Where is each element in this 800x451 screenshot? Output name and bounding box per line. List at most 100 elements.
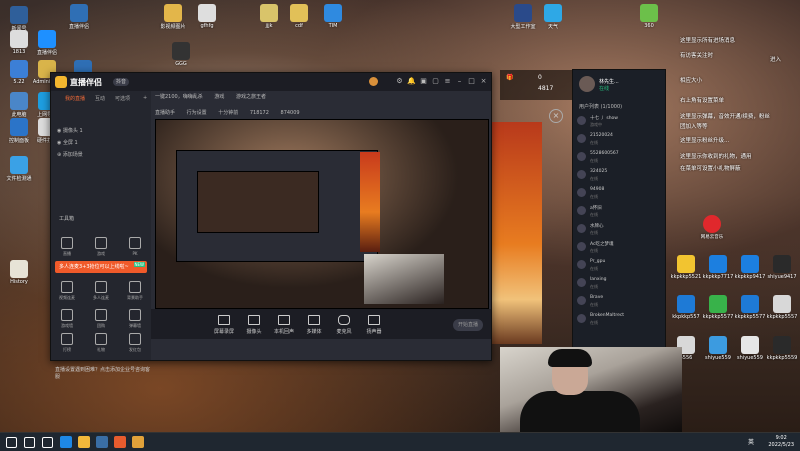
list-item[interactable]: 水牌心 在线 bbox=[577, 222, 661, 236]
minimize-icon[interactable]: – bbox=[455, 77, 464, 86]
app-icon bbox=[677, 295, 695, 313]
edge-icon[interactable] bbox=[60, 436, 72, 448]
app-tag[interactable]: 抖音 bbox=[113, 78, 130, 86]
desktop-icon[interactable]: gfhfg bbox=[190, 4, 224, 29]
camera-button[interactable]: 摄像头 bbox=[241, 315, 267, 335]
bell-icon[interactable]: 🔔 bbox=[407, 77, 416, 86]
desktop-icon[interactable]: kkpkkp7717 bbox=[700, 255, 736, 280]
folder-icon[interactable] bbox=[78, 436, 90, 448]
desktop-icon[interactable]: 大型工作室 bbox=[506, 4, 540, 30]
tool-item[interactable]: 背景助手 bbox=[123, 281, 147, 301]
tool-item[interactable]: 游戏墙 bbox=[55, 309, 79, 329]
chat-icon[interactable]: ▢ bbox=[431, 77, 440, 86]
promo-banner[interactable]: 多人连麦3+3抢位可以上线啦~ NEW bbox=[55, 261, 147, 273]
desktop-icon-label: 文件检测通 bbox=[6, 176, 32, 182]
stream-preview bbox=[155, 119, 489, 309]
desktop-icon[interactable]: 直播伴侣 bbox=[62, 4, 96, 30]
tool-item[interactable]: 发红包 bbox=[123, 333, 147, 353]
list-item[interactable]: 5528600567 在线 bbox=[577, 150, 661, 164]
app-icon[interactable] bbox=[114, 436, 126, 448]
add-icon[interactable]: + bbox=[143, 95, 147, 101]
list-item[interactable]: Pr_gpu 在线 bbox=[577, 258, 661, 272]
desktop-icon[interactable]: 影视频图片 bbox=[156, 4, 190, 30]
tool-item[interactable]: PK bbox=[123, 237, 147, 256]
scene-item[interactable]: ⊕ 添加场景 bbox=[57, 151, 83, 158]
tab-my-live[interactable]: 我的直播 bbox=[65, 95, 85, 102]
list-item[interactable]: 94908 在线 bbox=[577, 186, 661, 200]
desktop-icon[interactable]: kkpkkp5577 bbox=[732, 295, 768, 320]
task-view-icon[interactable] bbox=[42, 437, 53, 448]
desktop-icon[interactable]: shiyue559 bbox=[700, 336, 736, 361]
settings-icon[interactable]: ⚙ bbox=[395, 77, 404, 86]
list-item[interactable]: a怀旧 在线 bbox=[577, 204, 661, 218]
list-item[interactable]: 324025 在线 bbox=[577, 168, 661, 182]
tool-item[interactable]: 团购 bbox=[89, 309, 113, 329]
desktop-icon-netease-music[interactable]: 网易云音乐 bbox=[697, 215, 727, 240]
user-avatar[interactable] bbox=[369, 77, 378, 86]
desktop-icon[interactable]: cdf bbox=[282, 4, 316, 29]
tab-interaction[interactable]: 互动 bbox=[95, 95, 105, 102]
desktop-icon[interactable]: kkpkkp557 bbox=[668, 295, 704, 320]
ime-indicator[interactable]: 英 bbox=[748, 437, 754, 446]
desktop-icon[interactable]: 新闻号 bbox=[2, 6, 36, 32]
start-button-icon[interactable] bbox=[6, 437, 17, 448]
clock[interactable]: 9:02 2022/5/23 bbox=[768, 435, 794, 449]
tool-item[interactable]: 礼物 bbox=[89, 333, 113, 353]
list-item[interactable]: 21520024 在线 bbox=[577, 132, 661, 146]
scene-item[interactable]: ◉ 全屏 1 bbox=[57, 139, 78, 146]
gift-icon[interactable]: ▣ bbox=[419, 77, 428, 86]
echo-button[interactable]: 本机回声 bbox=[271, 315, 297, 335]
tool-item[interactable]: 打榜 bbox=[55, 333, 79, 353]
desktop-icon[interactable]: kkpkkp5559 bbox=[764, 336, 800, 361]
stream-game[interactable]: 游戏之旅王者 bbox=[236, 94, 266, 100]
avatar[interactable] bbox=[579, 76, 595, 92]
stream-category[interactable]: 游戏 bbox=[214, 94, 224, 100]
desktop-icon-label: TIM bbox=[328, 23, 338, 29]
microphone-button[interactable]: 麦克风 bbox=[331, 315, 357, 335]
tool-item[interactable]: 游戏 bbox=[89, 237, 113, 257]
desktop-icon[interactable]: 直播伴侣 bbox=[30, 30, 64, 56]
list-item[interactable]: Brave 在线 bbox=[577, 294, 661, 308]
desktop-icon[interactable]: 360 bbox=[632, 4, 666, 29]
list-item[interactable]: Ac吃之梦魂 在线 bbox=[577, 240, 661, 254]
list-item-status: 在线 bbox=[590, 176, 598, 181]
tool-item[interactable]: 视频连麦 bbox=[55, 281, 79, 301]
list-item-name: BrokenMaltrect bbox=[590, 313, 625, 318]
close-icon[interactable]: × bbox=[549, 109, 563, 123]
desktop-icon[interactable]: GGG bbox=[164, 42, 198, 67]
tool-item[interactable]: 直播 bbox=[55, 237, 79, 257]
app-icon[interactable] bbox=[132, 436, 144, 448]
list-item[interactable]: lanxing 在线 bbox=[577, 276, 661, 290]
scene-item[interactable]: ◉ 摄像头 1 bbox=[57, 127, 83, 134]
avatar bbox=[577, 224, 586, 233]
gift-icon: 🎁 bbox=[506, 74, 514, 81]
tool-item[interactable]: 多人连麦 bbox=[89, 281, 113, 301]
desktop-icon[interactable]: jjjk bbox=[252, 4, 286, 29]
app-icon[interactable] bbox=[96, 436, 108, 448]
close-icon[interactable]: × bbox=[479, 77, 488, 86]
desktop-icon[interactable]: TIM bbox=[316, 4, 350, 29]
go-live-button[interactable]: 开始直播 bbox=[453, 319, 483, 331]
help-tip[interactable]: 直播设置遇到困难？点击添加企业号咨询客服 bbox=[55, 366, 151, 380]
desktop-icon[interactable]: kkpkkp5557 bbox=[764, 295, 800, 320]
speaker-button[interactable]: 扬声器 bbox=[361, 315, 387, 335]
maximize-icon[interactable]: □ bbox=[467, 77, 476, 86]
desktop-icon[interactable]: 文件检测通 bbox=[2, 156, 36, 182]
desktop-icon[interactable]: kkpkkp5577 bbox=[700, 295, 736, 320]
menu-icon[interactable]: ≡ bbox=[443, 77, 452, 86]
desktop-icon[interactable]: kkpkkp5521 bbox=[668, 255, 704, 280]
search-icon[interactable] bbox=[24, 437, 35, 448]
tab-options[interactable]: 可选项 bbox=[115, 95, 130, 102]
media-button[interactable]: 多媒体 bbox=[301, 315, 327, 335]
desktop-icon[interactable]: shiyue9417 bbox=[764, 255, 800, 280]
tool-item[interactable]: 弹幕墙 bbox=[123, 309, 147, 329]
app-icon bbox=[10, 260, 28, 278]
list-item[interactable]: 十七 丿 show 游戏中 bbox=[577, 114, 661, 128]
desktop-icon-label: 大型工作室 bbox=[510, 24, 536, 30]
desktop-icon[interactable]: History bbox=[2, 260, 36, 285]
desktop-icon[interactable]: kkpkkp9417 bbox=[732, 255, 768, 280]
list-item[interactable]: BrokenMaltrect 在线 bbox=[577, 312, 661, 326]
screen-record-button[interactable]: 屏幕录屏 bbox=[211, 315, 237, 335]
desktop-icon[interactable]: 天气 bbox=[536, 4, 570, 30]
desktop-icon[interactable]: shiyue559 bbox=[732, 336, 768, 361]
